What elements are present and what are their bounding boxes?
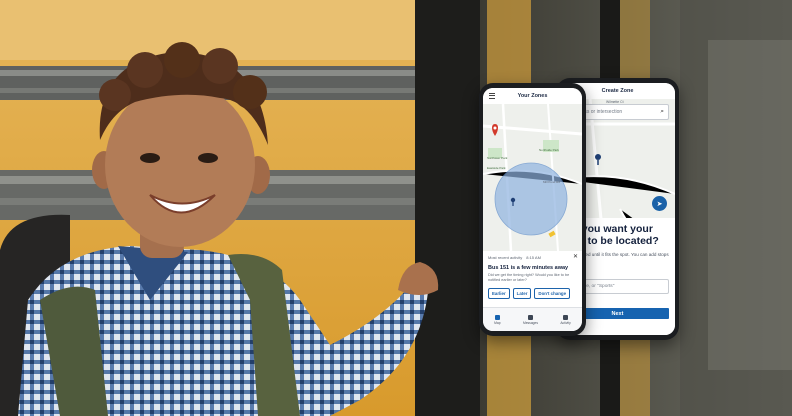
your-zones-title-text: Your Zones	[517, 93, 548, 99]
map-label: Mill Pond Rd	[543, 180, 561, 184]
child-eye	[140, 153, 160, 163]
your-zones-screen: Your Zones Sunflower Park Northside Park…	[483, 88, 582, 331]
map-icon	[494, 314, 500, 320]
alert-meta-time: 8:15 AM	[526, 255, 541, 260]
tab-activity-label: Activity	[560, 320, 571, 325]
tab-activity[interactable]: Activity	[560, 314, 571, 325]
map-label: Sunflower Park	[487, 156, 508, 160]
map-label: Northside Park	[539, 148, 559, 152]
bell-icon	[563, 314, 569, 320]
tab-messages[interactable]: Messages	[522, 314, 538, 325]
tab-map[interactable]: Map	[494, 314, 501, 325]
child-face	[105, 83, 255, 247]
alert-meta: Most recent activity 8:15 AM	[488, 255, 577, 260]
bus-door-frame	[415, 0, 480, 416]
tab-map-label: Map	[494, 320, 501, 325]
alert-body: Did we get the timing right? Would you l…	[488, 273, 570, 282]
messages-icon	[527, 314, 533, 320]
tab-messages-label: Messages	[522, 320, 538, 325]
search-icon[interactable]: ⌕	[660, 108, 664, 116]
map-label: Eastside Park	[487, 166, 506, 170]
earlier-button[interactable]: Earlier	[488, 287, 510, 299]
alert-meta-label: Most recent activity	[488, 255, 523, 260]
child-eye	[198, 153, 218, 163]
tab-bar: Map Messages Activity	[483, 307, 582, 331]
alert-actions: Earlier Later Don't change	[488, 287, 577, 299]
your-zones-title: Your Zones	[483, 88, 582, 104]
close-icon[interactable]: ✕	[573, 253, 578, 260]
your-zones-phone: Your Zones Sunflower Park Northside Park…	[479, 83, 586, 336]
your-zones-map[interactable]	[483, 104, 582, 251]
location-arrow-icon[interactable]: ➤	[652, 196, 667, 211]
hamburger-menu-icon[interactable]	[489, 93, 495, 100]
dont-change-button[interactable]: Don't change	[534, 287, 571, 299]
alert-title: Bus 151 is a few minutes away	[488, 265, 569, 271]
bus-alert-card: Most recent activity 8:15 AM ✕ Bus 151 i…	[483, 251, 582, 314]
later-button[interactable]: Later	[512, 287, 532, 299]
